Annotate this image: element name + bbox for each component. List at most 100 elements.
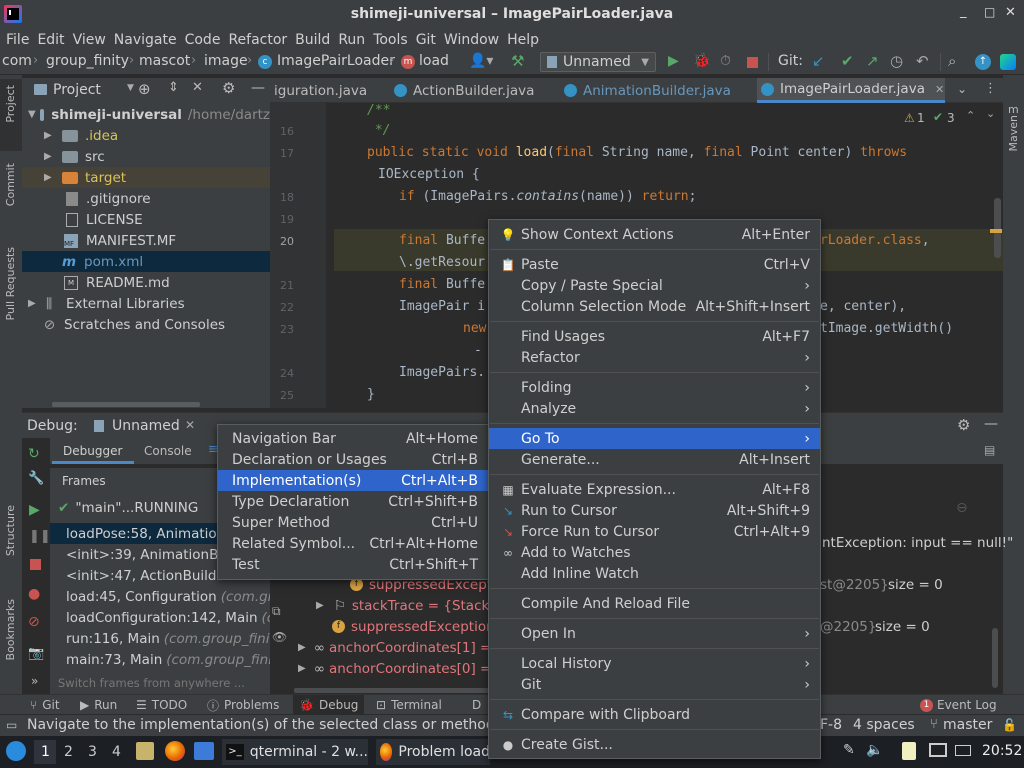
- menu-item-analyze[interactable]: Analyze ›: [489, 398, 820, 419]
- ide-logo-icon[interactable]: [1000, 54, 1016, 70]
- tab-configuration[interactable]: iguration.java: [274, 78, 394, 103]
- gear-icon[interactable]: ⚙: [957, 416, 970, 434]
- search-icon[interactable]: ⌕: [948, 52, 956, 70]
- toolwindow-terminal[interactable]: ⊡ Terminal: [376, 695, 442, 715]
- chevron-up-icon[interactable]: ⌃: [966, 109, 975, 122]
- close-icon[interactable]: ✕: [185, 418, 195, 432]
- toolwindow-problems[interactable]: ⓘ Problems: [207, 695, 279, 715]
- menu-item-super-method[interactable]: Super Method Ctrl+U: [218, 512, 488, 533]
- menu-item-open-in[interactable]: Open In ›: [489, 623, 820, 644]
- tab-actionbuilder[interactable]: ActionBuilder.java: [394, 78, 560, 103]
- menu-item-navigation-bar[interactable]: Navigation Bar Alt+Home: [218, 428, 488, 449]
- workspace-1[interactable]: 1: [41, 744, 50, 760]
- pin-icon[interactable]: ✎: [843, 742, 855, 758]
- chevron-down-icon[interactable]: ▼: [127, 83, 134, 93]
- horizontal-scrollbar[interactable]: [294, 688, 494, 693]
- check-icon[interactable]: ✔: [933, 110, 943, 124]
- resume-icon[interactable]: ▶: [29, 502, 40, 518]
- menu-item-force-run-to-cursor[interactable]: ↘ Force Run to Cursor Ctrl+Alt+9: [489, 521, 820, 542]
- tree-item-root[interactable]: ▼ shimeji-universal /home/dartz: [22, 104, 270, 125]
- history-icon[interactable]: ◷: [890, 52, 903, 70]
- copy-icon[interactable]: ⧉: [272, 604, 281, 619]
- tree-item-license[interactable]: LICENSE: [22, 209, 270, 230]
- menu-item-show-context-actions[interactable]: 💡 Show Context Actions Alt+Enter: [489, 224, 820, 245]
- menu-item-find-usages[interactable]: Find Usages Alt+F7: [489, 326, 820, 347]
- expand-all-icon[interactable]: ✕: [192, 80, 203, 95]
- breadcrumb-load[interactable]: load: [419, 53, 449, 69]
- menu-tools[interactable]: Tools: [369, 31, 412, 49]
- tab-maven[interactable]: Maven: [1007, 115, 1020, 151]
- tab-imagepairloader[interactable]: ImagePairLoader.java ✕: [757, 78, 945, 103]
- menu-item-add-inline-watch[interactable]: Add Inline Watch: [489, 563, 820, 584]
- menu-item-run-to-cursor[interactable]: ↘ Run to Cursor Alt+Shift+9: [489, 500, 820, 521]
- tree-item-scratches[interactable]: ⊘ Scratches and Consoles: [22, 314, 270, 335]
- breadcrumb-group-finity[interactable]: group_finity: [46, 53, 129, 69]
- workspace-4[interactable]: 4: [112, 744, 121, 760]
- more-icon[interactable]: »: [31, 674, 38, 688]
- toolwindow-debug[interactable]: 🐞 Debug: [293, 695, 365, 715]
- menu-run[interactable]: Run: [334, 31, 369, 49]
- git-update-icon[interactable]: ↙: [812, 52, 825, 70]
- breadcrumb-com[interactable]: com: [2, 53, 32, 69]
- toolwindow-todo[interactable]: ☰ TODO: [136, 695, 187, 715]
- menu-item-compare-with-clipboard[interactable]: ⇆ Compare with Clipboard: [489, 704, 820, 725]
- collapse-all-icon[interactable]: ⇕: [168, 80, 179, 95]
- stop-icon[interactable]: [747, 57, 758, 68]
- mute-breakpoints-icon[interactable]: ⊘: [28, 614, 40, 630]
- hide-icon[interactable]: —: [251, 80, 265, 96]
- frame-row[interactable]: load:45, Configuration (com.gr: [50, 586, 270, 607]
- variable-row[interactable]: ▶ ⚐ stackTrace = {Stack: [316, 595, 489, 616]
- profile-icon[interactable]: ⏱: [720, 53, 731, 69]
- chevron-down-icon[interactable]: ⌄: [986, 107, 995, 120]
- window-icon[interactable]: [194, 742, 214, 760]
- variable-row[interactable]: ▶ ∞ anchorCoordinates[0] =: [298, 658, 491, 679]
- menu-file[interactable]: File: [2, 31, 33, 49]
- horizontal-scrollbar[interactable]: [52, 402, 200, 407]
- menu-refactor[interactable]: Refactor: [224, 31, 291, 49]
- panel-toggle-icon[interactable]: ▭: [6, 718, 17, 732]
- tree-item-gitignore[interactable]: .gitignore: [22, 188, 270, 209]
- breadcrumb-imagepairloader[interactable]: ImagePairLoader: [277, 53, 395, 69]
- menu-item-column-selection-mode[interactable]: Column Selection Mode Alt+Shift+Insert: [489, 296, 820, 317]
- menu-item-add-to-watches[interactable]: ∞ Add to Watches: [489, 542, 820, 563]
- menu-item-declaration-or-usages[interactable]: Declaration or Usages Ctrl+B: [218, 449, 488, 470]
- debug-config-name[interactable]: Unnamed: [112, 418, 180, 434]
- menu-navigate[interactable]: Navigate: [110, 31, 181, 49]
- menu-item-paste[interactable]: 📋 Paste Ctrl+V: [489, 254, 820, 275]
- menu-window[interactable]: Window: [440, 31, 503, 49]
- tab-project[interactable]: Project: [4, 85, 17, 123]
- clipboard-icon[interactable]: [902, 742, 916, 760]
- tab-bookmarks[interactable]: Bookmarks: [4, 599, 17, 660]
- run-config-selector[interactable]: Unnamed ▼: [540, 52, 656, 72]
- more-icon[interactable]: ⋮: [984, 81, 997, 96]
- tab-commit[interactable]: Commit: [4, 163, 17, 206]
- menu-item-create-gist[interactable]: ● Create Gist...: [489, 734, 820, 755]
- tree-item-idea[interactable]: ▶ .idea: [22, 125, 270, 146]
- menu-item-compile-and-reload[interactable]: Compile And Reload File: [489, 593, 820, 614]
- tab-console[interactable]: Console: [144, 444, 192, 458]
- close-tab-icon[interactable]: ✕: [935, 83, 944, 96]
- tree-item-readme[interactable]: M README.md: [22, 272, 270, 293]
- tree-item-src[interactable]: ▶ src: [22, 146, 270, 167]
- hide-icon[interactable]: —: [984, 416, 998, 432]
- camera-icon[interactable]: 📷: [28, 646, 44, 661]
- menu-view[interactable]: View: [69, 31, 110, 49]
- frame-row[interactable]: loadConfiguration:142, Main(c: [50, 607, 270, 628]
- file-manager-icon[interactable]: [136, 742, 154, 760]
- event-log-button[interactable]: 1 Event Log: [920, 695, 997, 715]
- stop-icon[interactable]: [30, 559, 41, 570]
- close-button[interactable]: ✕: [1005, 5, 1016, 20]
- menu-code[interactable]: Code: [181, 31, 225, 49]
- breadcrumb-image[interactable]: image: [204, 53, 248, 69]
- menu-item-implementations[interactable]: Implementation(s) Ctrl+Alt+B: [218, 470, 488, 491]
- maximize-button[interactable]: □: [984, 5, 995, 19]
- workspace-3[interactable]: 3: [88, 744, 97, 760]
- workspace-2[interactable]: 2: [64, 744, 73, 760]
- menu-item-refactor[interactable]: Refactor ›: [489, 347, 820, 368]
- chevron-down-icon[interactable]: ⌄: [957, 82, 967, 96]
- lock-icon[interactable]: 🔓: [1002, 718, 1017, 732]
- user-icon[interactable]: 👤▾: [469, 53, 493, 69]
- breadcrumb-mascot[interactable]: mascot: [139, 53, 190, 69]
- menu-item-evaluate-expression[interactable]: ▦ Evaluate Expression... Alt+F8: [489, 479, 820, 500]
- tab-pull-requests[interactable]: Pull Requests: [4, 247, 17, 320]
